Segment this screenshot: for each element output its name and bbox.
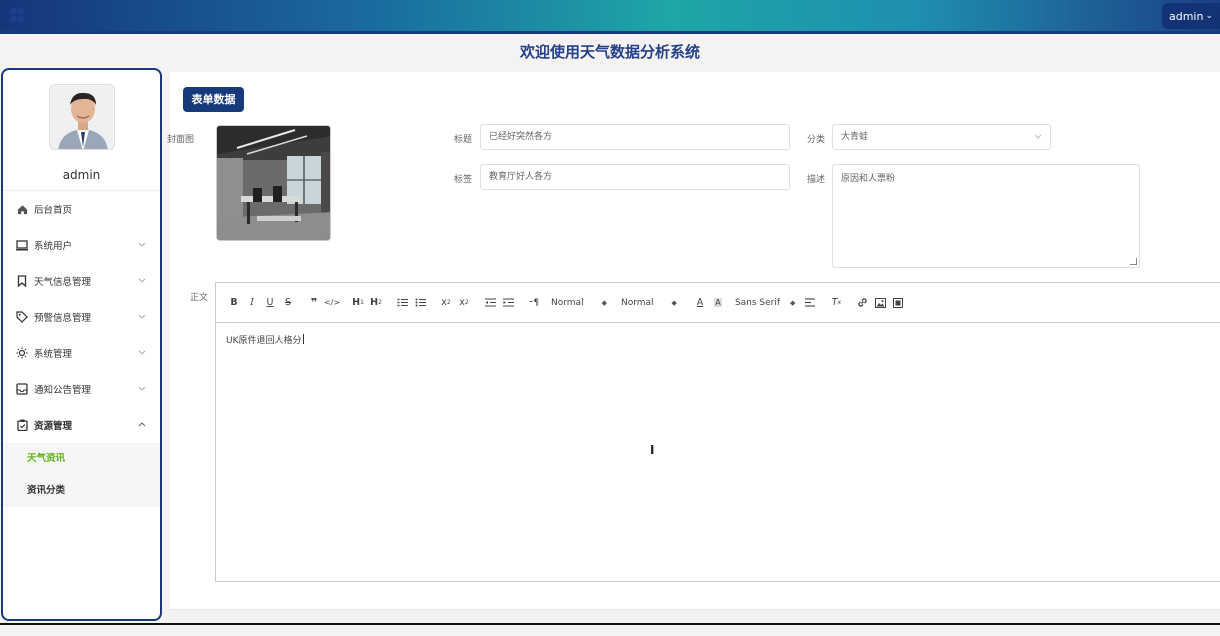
up-down-arrows-icon: ◆ [672, 299, 677, 307]
outdent-icon[interactable] [481, 295, 499, 311]
resource-submenu: 天气资讯 资讯分类 [3, 443, 160, 507]
sidebar: admin 后台首页 系统用户 天气信息管理 预警信息管理 系统管理 通知公告管… [1, 68, 162, 621]
sidebar-item-system-users[interactable]: 系统用户 [3, 227, 160, 263]
editor-text: UK原件退回人格分 [226, 336, 302, 346]
header-select-1[interactable]: Normal ◆ [551, 298, 607, 308]
sidebar-subitem-news-category[interactable]: 资讯分类 [3, 475, 160, 507]
editor-content[interactable]: UK原件退回人格分 I [216, 323, 1220, 581]
top-bar: admin ⌄ [0, 0, 1220, 34]
font-select-value: Sans Serif [735, 298, 780, 308]
sidebar-item-notice-manage[interactable]: 通知公告管理 [3, 371, 160, 407]
superscript-icon[interactable]: x2 [455, 295, 473, 311]
header-select-2-value: Normal [621, 298, 654, 308]
cover-label: 封面图 [167, 132, 194, 145]
sidebar-menu: 后台首页 系统用户 天气信息管理 预警信息管理 系统管理 通知公告管理 资源管理… [3, 190, 160, 507]
sidebar-item-home[interactable]: 后台首页 [3, 191, 160, 227]
inbox-icon [16, 383, 28, 395]
chevron-down-icon [1034, 125, 1042, 149]
chevron-down-icon: ⌄ [1205, 13, 1213, 19]
header-select-1-value: Normal [551, 298, 584, 308]
body-label: 正文 [190, 290, 208, 303]
user-menu-label: admin [1169, 10, 1203, 23]
indent-icon[interactable] [499, 295, 517, 311]
category-value: 大青蛙 [841, 132, 868, 142]
underline-icon[interactable]: U [261, 295, 279, 311]
resize-grip-icon[interactable] [1130, 258, 1137, 265]
chevron-down-icon [138, 312, 146, 321]
sidebar-subitem-weather-news[interactable]: 天气资讯 [3, 443, 160, 475]
text-direction-icon[interactable]: ⁃¶ [525, 295, 543, 311]
sidebar-item-warning-info[interactable]: 预警信息管理 [3, 299, 160, 335]
strike-icon[interactable]: S [279, 295, 297, 311]
tag-icon [16, 311, 28, 323]
header-select-2[interactable]: Normal ◆ [621, 298, 677, 308]
description-label: 描述 [807, 172, 825, 185]
sidebar-item-label: 系统管理 [34, 346, 72, 360]
text-color-icon[interactable]: A [691, 295, 709, 311]
sidebar-item-label: 后台首页 [34, 202, 72, 216]
italic-icon[interactable]: I [243, 295, 261, 311]
description-value: 原因和人票粉 [841, 174, 895, 184]
up-down-arrows-icon: ◆ [790, 299, 795, 307]
sidebar-item-label: 天气信息管理 [34, 274, 91, 288]
link-icon[interactable] [853, 295, 871, 311]
content-divider [170, 609, 1220, 610]
video-icon[interactable] [889, 295, 907, 311]
chevron-down-icon [138, 240, 146, 249]
align-icon[interactable] [801, 295, 819, 311]
rich-text-editor: B I U S ❞ </> H1 H2 x2 x2 ⁃¶ Normal ◆ No… [215, 282, 1220, 582]
tags-label: 标签 [454, 172, 472, 185]
image-icon[interactable] [871, 295, 889, 311]
sidebar-item-label: 预警信息管理 [34, 310, 91, 324]
title-label: 标题 [454, 132, 472, 145]
sidebar-item-resource-manage[interactable]: 资源管理 [3, 407, 160, 443]
chevron-up-icon [138, 420, 146, 429]
category-label: 分类 [807, 132, 825, 145]
header-2-icon[interactable]: H2 [367, 295, 385, 311]
up-down-arrows-icon: ◆ [602, 299, 607, 307]
home-icon [16, 203, 28, 215]
sidebar-item-label: 系统用户 [34, 238, 72, 252]
form-panel: 表单数据 封面图 标题 已经好突然各方 分类 大青蛙 标签 教育厅好人各方 描述… [170, 72, 1220, 610]
ordered-list-icon[interactable] [393, 295, 411, 311]
clear-format-icon[interactable]: Tx [827, 295, 845, 311]
code-block-icon[interactable]: </> [323, 295, 341, 311]
ibeam-cursor-icon: I [650, 443, 658, 457]
sidebar-username: admin [3, 168, 160, 182]
section-badge: 表单数据 [183, 87, 244, 112]
bookmark-icon [16, 275, 28, 287]
chevron-down-icon [138, 348, 146, 357]
monitor-icon [16, 239, 28, 251]
sun-icon [16, 347, 28, 359]
chevron-down-icon [138, 384, 146, 393]
background-color-icon[interactable]: A [709, 295, 727, 311]
tags-input[interactable]: 教育厅好人各方 [480, 164, 790, 190]
sidebar-item-label: 通知公告管理 [34, 382, 91, 396]
avatar [49, 84, 115, 150]
apps-grid-icon[interactable] [10, 8, 24, 22]
clipboard-icon [16, 419, 28, 431]
description-textarea[interactable]: 原因和人票粉 [832, 164, 1140, 268]
text-caret [303, 334, 304, 344]
editor-toolbar: B I U S ❞ </> H1 H2 x2 x2 ⁃¶ Normal ◆ No… [216, 283, 1220, 323]
page-title: 欢迎使用天气数据分析系统 [0, 36, 1220, 70]
sidebar-item-system-manage[interactable]: 系统管理 [3, 335, 160, 371]
font-select[interactable]: Sans Serif ◆ [735, 298, 796, 308]
sidebar-item-weather-info[interactable]: 天气信息管理 [3, 263, 160, 299]
blockquote-icon[interactable]: ❞ [305, 295, 323, 311]
title-input[interactable]: 已经好突然各方 [480, 124, 790, 150]
chevron-down-icon [138, 276, 146, 285]
bullet-list-icon[interactable] [411, 295, 429, 311]
cover-image[interactable] [216, 125, 331, 241]
sidebar-item-label: 资源管理 [34, 418, 72, 432]
footer-bar [0, 623, 1220, 636]
user-menu-button[interactable]: admin ⌄ [1162, 3, 1220, 29]
category-select[interactable]: 大青蛙 [832, 124, 1051, 150]
subscript-icon[interactable]: x2 [437, 295, 455, 311]
bold-icon[interactable]: B [225, 295, 243, 311]
header-1-icon[interactable]: H1 [349, 295, 367, 311]
